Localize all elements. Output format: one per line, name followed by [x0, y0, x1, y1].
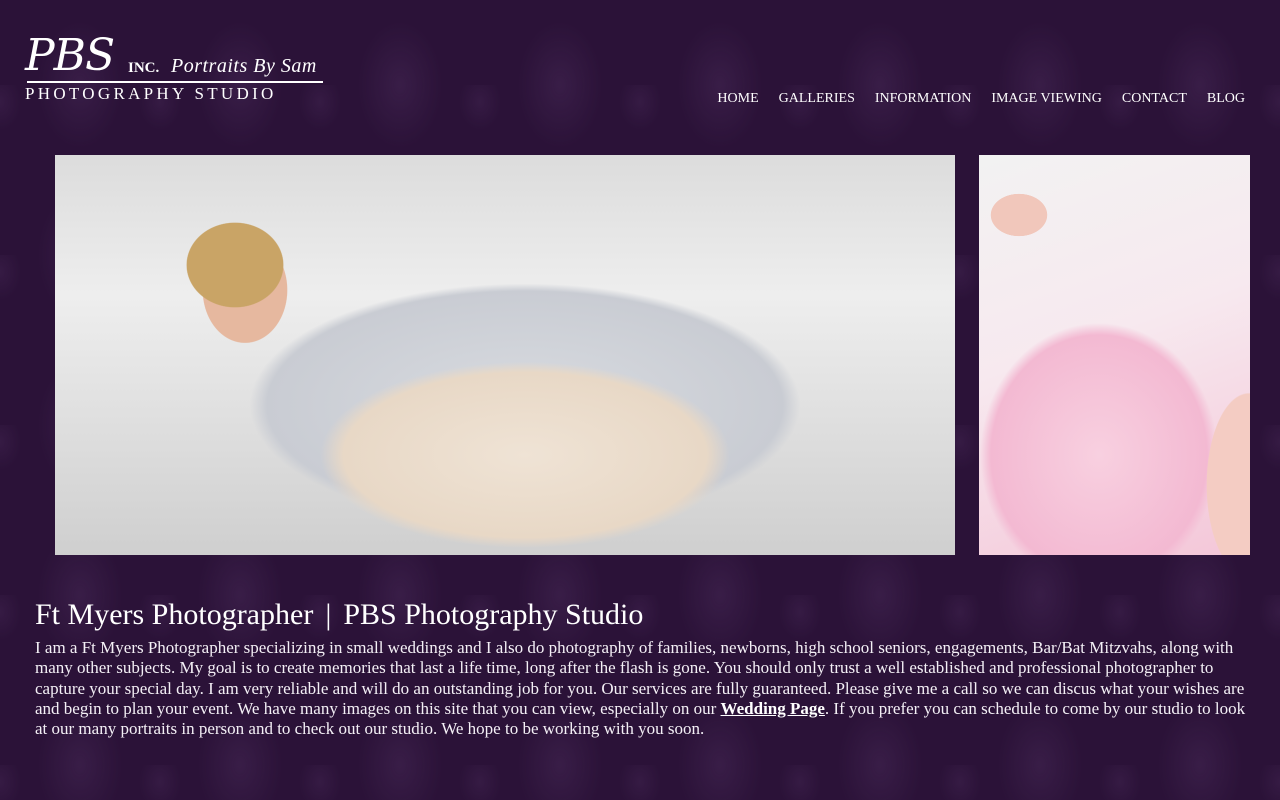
- logo-tagline: Portraits By Sam: [171, 55, 317, 77]
- logo-initials: PBS: [25, 30, 115, 81]
- intro-paragraph: I am a Ft Myers Photographer specializin…: [35, 638, 1250, 739]
- wedding-page-link[interactable]: Wedding Page: [721, 699, 825, 718]
- page-title-left: Ft Myers Photographer: [35, 598, 314, 631]
- nav-galleries[interactable]: GALLERIES: [779, 91, 855, 107]
- nav-image-viewing[interactable]: IMAGE VIEWING: [991, 91, 1102, 107]
- slideshow-next-photo[interactable]: [979, 155, 1250, 555]
- slideshow-main-photo[interactable]: [55, 155, 955, 555]
- main-nav: HOME GALLERIES INFORMATION IMAGE VIEWING…: [717, 91, 1245, 107]
- logo-inc: INC.: [128, 60, 160, 76]
- nav-contact[interactable]: CONTACT: [1122, 91, 1187, 107]
- nav-information[interactable]: INFORMATION: [875, 91, 971, 107]
- logo-rule: [27, 81, 323, 83]
- main-content: Ft Myers Photographer | PBS Photography St…: [35, 596, 1250, 739]
- nav-blog[interactable]: BLOG: [1207, 91, 1245, 107]
- page-title-separator: |: [325, 598, 332, 631]
- nav-home[interactable]: HOME: [717, 91, 758, 107]
- page-title: Ft Myers Photographer | PBS Photography St…: [35, 596, 1250, 634]
- logo-subtitle: PHOTOGRAPHY STUDIO: [25, 84, 277, 103]
- page-title-right: PBS Photography Studio: [343, 598, 644, 631]
- site-logo[interactable]: PBS INC. Portraits By Sam PHOTOGRAPHY ST…: [25, 30, 325, 108]
